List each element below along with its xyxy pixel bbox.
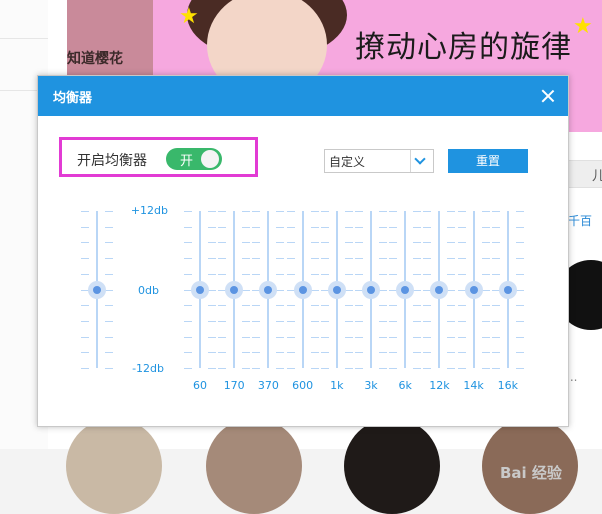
album-cover[interactable] (344, 418, 440, 514)
banner-thumbnail-label: 知道樱花 (67, 51, 123, 67)
star-icon: ★ (179, 4, 199, 29)
sidebar-divider (0, 38, 48, 39)
equalizer-panel: +12db 0db -12db 60 170 370 600 1k 3k 6k 12k 14k 1… (38, 76, 568, 426)
preamp-slider-knob[interactable] (88, 280, 106, 299)
band-slider-knob[interactable] (191, 280, 209, 299)
band-slider-knob[interactable] (498, 280, 517, 299)
album-cover[interactable] (66, 418, 162, 514)
star-icon: ★ (573, 14, 593, 39)
background-tab-label: 儿 (592, 169, 602, 184)
band-slider-knob[interactable] (293, 280, 312, 299)
watermark: Bai 经验 (500, 464, 562, 482)
background-tab[interactable]: 儿 (566, 160, 602, 188)
band-slider-knob[interactable] (396, 280, 415, 299)
band-slider-knob[interactable] (430, 280, 449, 299)
band-slider-knob[interactable] (327, 280, 346, 299)
band-slider-knob[interactable] (225, 280, 244, 299)
album-cover[interactable] (206, 418, 302, 514)
band-frequency-label: 16k (497, 379, 518, 392)
banner-title: 撩动心房的旋律 (355, 30, 572, 65)
db-label-min: -12db (132, 362, 164, 375)
background-link[interactable]: 千百 (568, 212, 592, 229)
band-slider-knob[interactable] (259, 280, 278, 299)
band-slider-knob[interactable] (464, 280, 483, 299)
equalizer-dialog: 均衡器 开启均衡器 开 自定义 重置 +12db 0db -12db 60 170… (37, 75, 569, 482)
db-label-max: +12db (130, 204, 168, 217)
band-slider-knob[interactable] (362, 280, 380, 299)
